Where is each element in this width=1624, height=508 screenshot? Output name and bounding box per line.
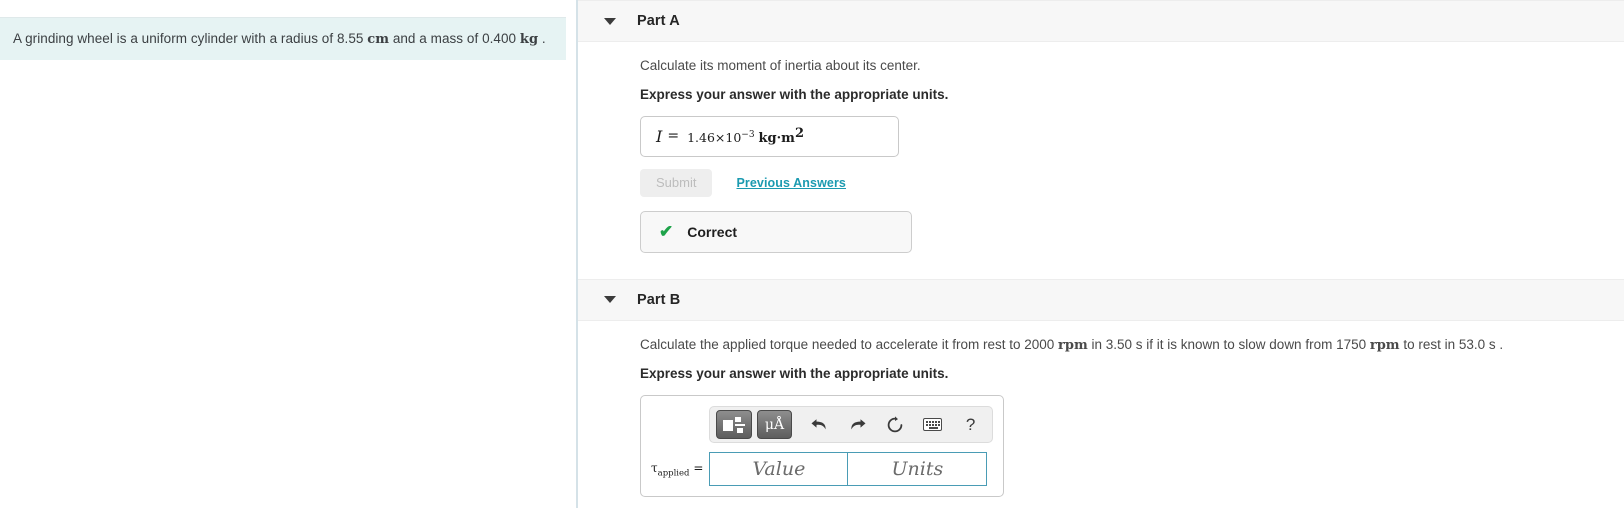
value-placeholder: Value — [752, 458, 806, 481]
part-b-question-2: in 3.50 s if it is known to slow down fr… — [1087, 336, 1370, 352]
problem-text-before: A grinding wheel is a uniform cylinder w… — [13, 30, 368, 46]
problem-panel: A grinding wheel is a uniform cylinder w… — [0, 0, 578, 508]
part-a-question: Calculate its moment of inertia about it… — [640, 58, 921, 73]
part-b-question: Calculate the applied torque needed to a… — [640, 335, 1624, 356]
answer-mantissa: 1.46×10 — [687, 130, 742, 146]
parts-panel: Part A Calculate its moment of inertia a… — [578, 0, 1624, 508]
submit-button[interactable]: Submit — [640, 168, 713, 197]
answer-units: kg·m — [758, 131, 795, 147]
correct-label: Correct — [687, 223, 738, 240]
part-a-variable: I — [656, 126, 663, 146]
part-b-question-3: to rest in 53.0 s . — [1399, 336, 1504, 352]
problem-text-between: and a mass of 0.400 — [389, 30, 520, 46]
math-template-glyph — [722, 416, 745, 433]
part-b-instruction: Express your answer with the appropriate… — [640, 366, 949, 382]
units-mu-angstrom-label: μÅ — [764, 416, 785, 433]
unit-cm: cm — [367, 31, 390, 47]
value-input[interactable]: Value — [709, 452, 849, 487]
part-a-answer-value: 1.46×10−3 kg·m2 — [687, 126, 804, 146]
part-a-header[interactable]: Part A — [578, 0, 1624, 42]
problem-statement-text: A grinding wheel is a uniform cylinder w… — [0, 30, 546, 49]
part-b-title: Part B — [637, 291, 681, 308]
previous-answers-link[interactable]: Previous Answers — [736, 176, 846, 190]
part-a-answer-box[interactable]: I = 1.46×10−3 kg·m2 — [640, 115, 899, 157]
part-b-question-1: Calculate the applied torque needed to a… — [640, 336, 1059, 352]
reset-icon[interactable] — [879, 410, 912, 440]
units-input[interactable]: Units — [848, 452, 988, 487]
chevron-down-icon[interactable] — [604, 296, 616, 304]
keyboard-glyph — [923, 418, 943, 432]
part-b-answer-panel: μÅ ? τapplied = Value Units — [640, 395, 1004, 498]
part-a-actions: Submit Previous Answers — [640, 168, 1624, 197]
part-b-input-row: τapplied = Value Units — [641, 443, 1003, 496]
tau-subscript: applied — [657, 468, 690, 479]
units-placeholder: Units — [891, 458, 944, 481]
help-label: ? — [965, 414, 976, 434]
part-a-equals: = — [667, 128, 680, 145]
answer-exponent: −3 — [741, 129, 755, 140]
check-icon: ✔ — [659, 222, 674, 242]
part-a-title: Part A — [637, 13, 680, 29]
redo-icon[interactable] — [841, 410, 874, 440]
part-b-header[interactable]: Part B — [578, 278, 1624, 321]
help-icon[interactable]: ? — [954, 410, 987, 440]
part-a-feedback-correct: ✔ Correct — [640, 210, 912, 253]
undo-icon[interactable] — [803, 410, 836, 440]
tau-symbol: τ — [651, 460, 658, 475]
unit-rpm-2: rpm — [1369, 337, 1400, 353]
part-b-body: Calculate the applied torque needed to a… — [578, 321, 1624, 498]
math-toolbar: μÅ ? — [709, 406, 993, 444]
unit-rpm-1: rpm — [1058, 337, 1088, 353]
problem-statement-highlight: A grinding wheel is a uniform cylinder w… — [0, 17, 566, 60]
answer-units-exponent: 2 — [794, 125, 804, 141]
part-a-body: Calculate its moment of inertia about it… — [578, 42, 1624, 253]
units-mu-angstrom-icon[interactable]: μÅ — [756, 410, 793, 440]
part-a-instruction: Express your answer with the appropriate… — [640, 86, 949, 102]
chevron-down-icon[interactable] — [604, 17, 616, 25]
unit-kg: kg — [519, 31, 539, 47]
part-b-variable-label: τapplied = — [651, 461, 703, 478]
problem-text-after: . — [538, 30, 546, 46]
part-b-equals: = — [693, 460, 704, 475]
keyboard-icon[interactable] — [917, 410, 950, 440]
math-template-icon[interactable] — [716, 410, 752, 440]
assignment-page: A grinding wheel is a uniform cylinder w… — [0, 0, 1624, 508]
